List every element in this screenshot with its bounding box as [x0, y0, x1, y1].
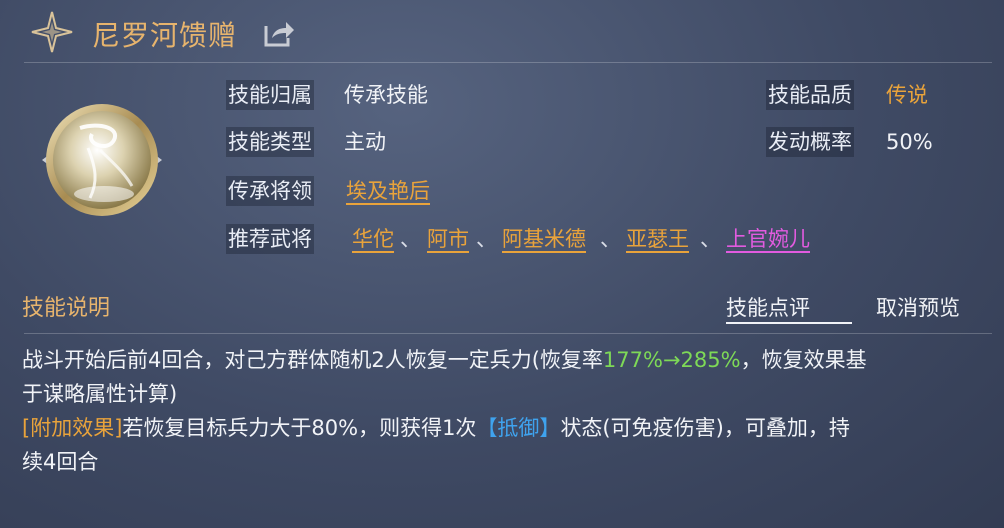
trigger-chance-label: 发动概率	[766, 127, 854, 157]
description-text: 于谋略属性计算)	[22, 382, 178, 406]
skill-title: 尼罗河馈赠	[92, 19, 238, 52]
description-line: 续4回合	[22, 444, 994, 480]
recommended-general-link[interactable]: 阿市	[427, 225, 469, 253]
recommended-general-link[interactable]: 上官婉儿	[726, 225, 810, 253]
skill-quality-value: 传说	[886, 83, 928, 107]
description-text: 续4回合	[22, 450, 99, 474]
recovery-rate: 177%→285%	[602, 348, 741, 372]
skill-category-label: 技能归属	[226, 80, 314, 110]
bonus-effect-tag: [附加效果]	[22, 416, 123, 440]
list-separator: 、	[700, 227, 721, 251]
trigger-chance-value: 50%	[886, 130, 933, 154]
share-icon[interactable]	[262, 18, 296, 48]
list-separator: 、	[400, 227, 421, 251]
skill-type-value: 主动	[344, 130, 386, 154]
list-separator: 、	[476, 227, 497, 251]
description-line: 于谋略属性计算)	[22, 376, 994, 412]
skill-description-title: 技能说明	[22, 296, 111, 321]
description-text: 若恢复目标兵力大于80%，则获得1次	[122, 416, 477, 440]
tab-skill-review[interactable]: 技能点评	[726, 292, 810, 322]
description-text: 战斗开始后前4回合，对己方群体随机2人恢复一定兵力(恢复率	[22, 348, 603, 372]
recommended-generals-label: 推荐武将	[226, 224, 314, 254]
skill-type-label: 技能类型	[226, 127, 314, 157]
list-separator: 、	[600, 227, 621, 251]
skill-category-value: 传承技能	[344, 83, 428, 107]
inherit-general-label: 传承将领	[226, 176, 314, 206]
tab-active-indicator	[726, 322, 852, 324]
wind-swirl-skill-icon	[42, 104, 162, 216]
status-keyword[interactable]: 【抵御】	[476, 416, 560, 440]
description-text: ，恢复效果基	[740, 348, 867, 372]
recommended-general-link[interactable]: 亚瑟王	[626, 225, 689, 253]
inherit-general-link[interactable]: 埃及艳后	[346, 177, 430, 205]
skill-quality-label: 技能品质	[766, 80, 854, 110]
header-divider	[24, 62, 992, 63]
description-text: 状态(可免疫伤害)，可叠加，持	[560, 416, 850, 440]
recommended-general-link[interactable]: 华佗	[352, 225, 394, 253]
description-line: 战斗开始后前4回合，对己方群体随机2人恢复一定兵力(恢复率177%→285%，恢…	[22, 342, 994, 378]
four-point-star-icon	[31, 11, 73, 53]
cancel-preview-button[interactable]: 取消预览	[876, 292, 960, 322]
section-divider	[24, 333, 992, 334]
description-line: [附加效果]若恢复目标兵力大于80%，则获得1次【抵御】状态(可免疫伤害)，可叠…	[22, 410, 994, 446]
recommended-general-link[interactable]: 阿基米德	[502, 225, 586, 253]
